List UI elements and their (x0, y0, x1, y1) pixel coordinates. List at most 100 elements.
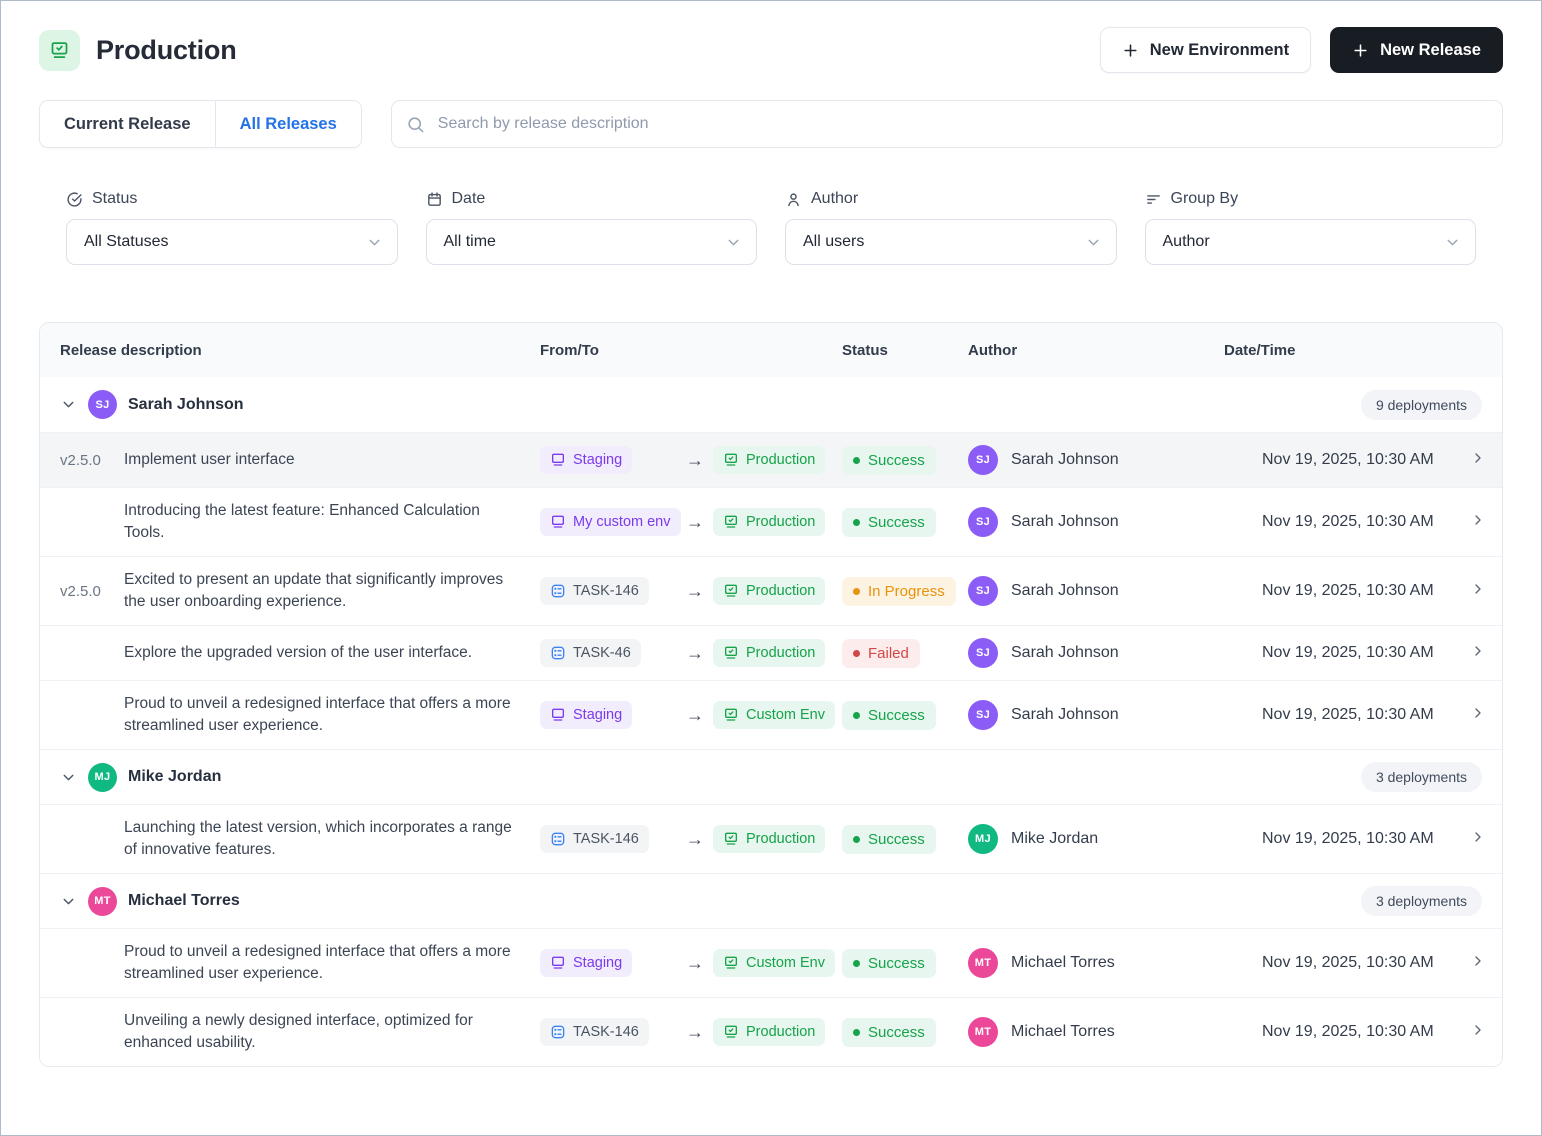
avatar: SJ (968, 445, 998, 475)
filter-group-by-text: Group By (1171, 190, 1239, 208)
status-label: In Progress (868, 583, 945, 600)
release-description: Implement user interface (124, 449, 519, 471)
author-select-value: All users (803, 233, 864, 251)
monitor-check-icon (723, 583, 739, 599)
from-to-cell: TASK-146 → Production (540, 1018, 842, 1046)
arrow-right-icon: → (686, 705, 704, 726)
row-expand-chevron[interactable] (1470, 829, 1503, 850)
date-time: Nov 19, 2025, 10:30 AM (1224, 1023, 1470, 1041)
monitor-check-icon (723, 831, 739, 847)
column-release-description: Release description (60, 342, 540, 359)
status-dot-icon (853, 712, 860, 719)
release-row[interactable]: v2.5.0 Excited to present an update that… (40, 556, 1502, 625)
status-label: Success (868, 955, 925, 972)
env-badge-production: Production (713, 1018, 825, 1046)
column-from-to: From/To (540, 342, 842, 359)
author-name: Sarah Johnson (1011, 644, 1119, 662)
release-row[interactable]: Proud to unveil a redesigned interface t… (40, 928, 1502, 997)
filter-date-text: Date (452, 190, 486, 208)
group-row-mt[interactable]: MT Michael Torres 3 deployments (40, 873, 1502, 928)
row-expand-chevron[interactable] (1470, 705, 1503, 726)
author-name: Michael Torres (1011, 954, 1115, 972)
author-select[interactable]: All users (785, 219, 1117, 265)
filter-status-text: Status (92, 190, 137, 208)
env-badge-task-146: TASK-146 (540, 1018, 649, 1046)
toolbar: Current Release All Releases (39, 100, 1503, 148)
release-version: v2.5.0 (60, 452, 124, 469)
group-by-select[interactable]: Author (1145, 219, 1477, 265)
table-body: SJ Sarah Johnson 9 deployments v2.5.0 Im… (40, 377, 1502, 1066)
status-cell: Success (842, 1018, 968, 1047)
filter-status: Status All Statuses (66, 190, 398, 265)
release-row[interactable]: Proud to unveil a redesigned interface t… (40, 680, 1502, 749)
avatar: MT (88, 887, 117, 916)
arrow-right-icon: → (686, 1022, 704, 1043)
arrow-right-icon: → (686, 829, 704, 850)
env-badge-label: Production (746, 452, 815, 468)
avatar: MT (968, 1017, 998, 1047)
group-author-name: Sarah Johnson (128, 396, 244, 414)
from-env: TASK-46 (540, 639, 684, 667)
arrow-right-icon: → (686, 953, 704, 974)
chevron-down-icon (366, 234, 383, 251)
env-badge-label: TASK-146 (573, 831, 639, 847)
page-title: Production (96, 35, 237, 66)
release-row[interactable]: Launching the latest version, which inco… (40, 804, 1502, 873)
status-badge: Failed (842, 639, 920, 668)
row-expand-chevron[interactable] (1470, 581, 1503, 602)
status-dot-icon (853, 519, 860, 526)
search-input[interactable] (391, 100, 1503, 148)
row-expand-chevron[interactable] (1470, 512, 1503, 533)
monitor-icon (550, 707, 566, 723)
author-cell: SJ Sarah Johnson (968, 700, 1224, 730)
status-cell: Success (842, 825, 968, 854)
author-name: Sarah Johnson (1011, 706, 1119, 724)
author-cell: SJ Sarah Johnson (968, 638, 1224, 668)
group-row-sj[interactable]: SJ Sarah Johnson 9 deployments (40, 377, 1502, 432)
new-release-button[interactable]: New Release (1330, 27, 1503, 73)
arrow-right-icon: → (686, 581, 704, 602)
filter-status-label: Status (66, 190, 398, 208)
status-badge: Success (842, 508, 936, 537)
filters: Status All Statuses Date All time Author (39, 190, 1503, 265)
filter-group-by-label: Group By (1145, 190, 1477, 208)
tab-all-releases[interactable]: All Releases (215, 101, 361, 147)
env-badge-label: TASK-46 (573, 645, 631, 661)
row-expand-chevron[interactable] (1470, 953, 1503, 974)
monitor-check-icon (723, 955, 739, 971)
release-description: Excited to present an update that signif… (124, 569, 519, 613)
filter-date-label: Date (426, 190, 758, 208)
release-row[interactable]: Explore the upgraded version of the user… (40, 625, 1502, 680)
group-row-mj[interactable]: MJ Mike Jordan 3 deployments (40, 749, 1502, 804)
person-icon (785, 191, 802, 208)
tab-current-release[interactable]: Current Release (40, 101, 215, 147)
row-expand-chevron[interactable] (1470, 643, 1503, 664)
release-row[interactable]: Unveiling a newly designed interface, op… (40, 997, 1502, 1066)
date-select[interactable]: All time (426, 219, 758, 265)
avatar: MJ (968, 824, 998, 854)
release-row[interactable]: Introducing the latest feature: Enhanced… (40, 487, 1502, 556)
deployments-count-badge: 3 deployments (1361, 886, 1482, 916)
status-badge: Success (842, 949, 936, 978)
chevron-right-icon (1470, 643, 1486, 659)
env-badge-production: Production (713, 639, 825, 667)
row-expand-chevron[interactable] (1470, 450, 1503, 471)
new-environment-button[interactable]: New Environment (1100, 27, 1311, 73)
arrow-right-icon: → (686, 450, 704, 471)
chevron-down-icon (60, 396, 77, 413)
author-cell: MT Michael Torres (968, 948, 1224, 978)
status-label: Success (868, 452, 925, 469)
env-badge-label: Custom Env (746, 955, 825, 971)
author-cell: SJ Sarah Johnson (968, 576, 1224, 606)
group-author-name: Mike Jordan (128, 768, 221, 786)
row-expand-chevron[interactable] (1470, 1022, 1503, 1043)
release-row[interactable]: v2.5.0 Implement user interface Staging … (40, 432, 1502, 487)
from-to-cell: TASK-46 → Production (540, 639, 842, 667)
status-label: Success (868, 514, 925, 531)
status-select[interactable]: All Statuses (66, 219, 398, 265)
date-time: Nov 19, 2025, 10:30 AM (1224, 513, 1470, 531)
avatar: SJ (968, 700, 998, 730)
status-label: Success (868, 1024, 925, 1041)
env-badge-label: TASK-146 (573, 1024, 639, 1040)
release-version: v2.5.0 (60, 583, 124, 600)
